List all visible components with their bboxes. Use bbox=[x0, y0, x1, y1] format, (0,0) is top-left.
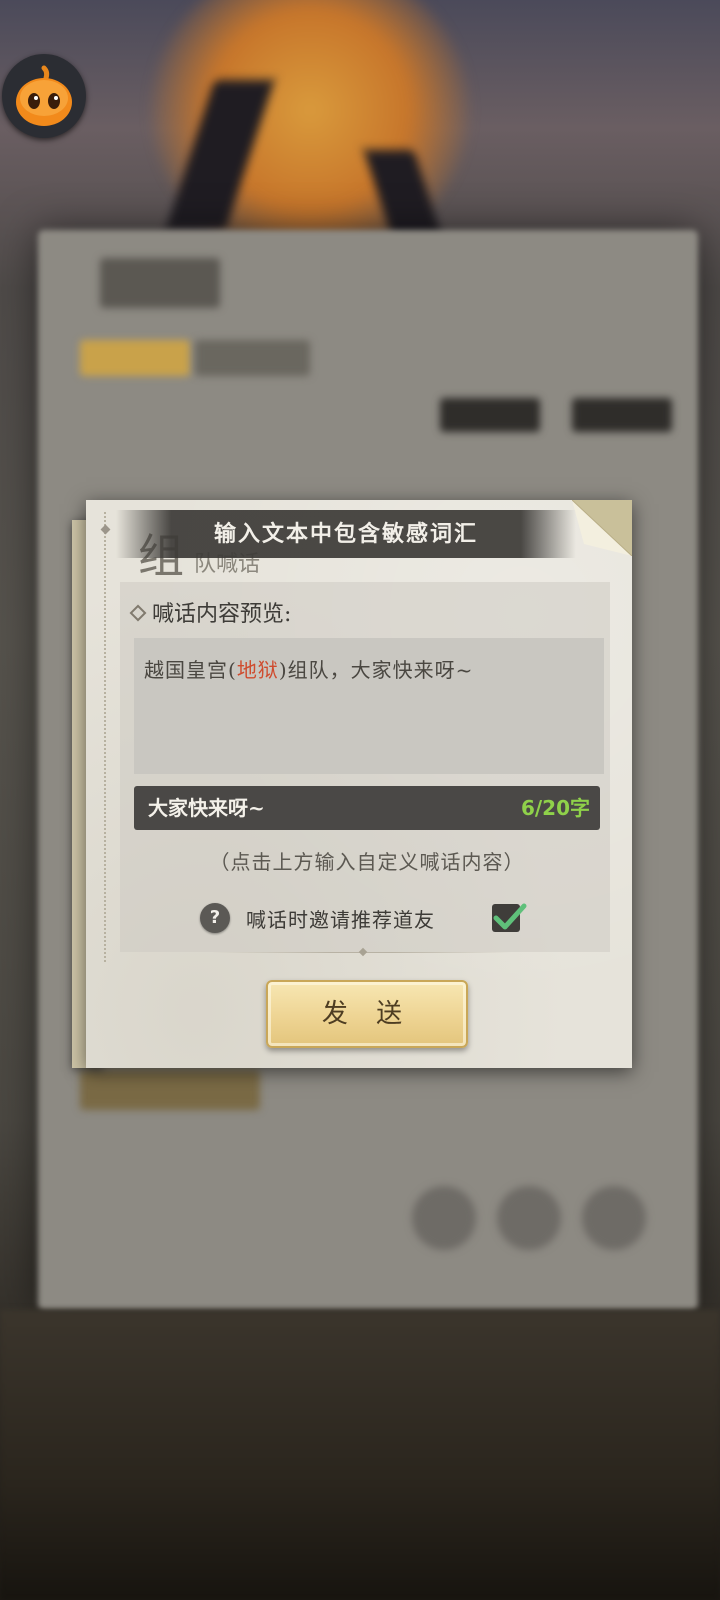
preview-suffix: )组队，大家快来呀~ bbox=[278, 658, 474, 682]
preview-label: 喊话内容预览: bbox=[152, 602, 292, 627]
background-button bbox=[440, 398, 540, 432]
dialog-dotted-border bbox=[104, 512, 106, 962]
preview-prefix: 越国皇宫( bbox=[144, 658, 237, 682]
preview-text: 越国皇宫(地狱)组队，大家快来呀~ bbox=[144, 654, 473, 683]
character-count: 6/20字 bbox=[520, 796, 590, 820]
checkmark-icon bbox=[493, 903, 527, 930]
background-icon bbox=[497, 1186, 561, 1250]
shout-text-input[interactable]: 大家快来呀~ 6/20字 bbox=[134, 786, 600, 830]
background-tab bbox=[195, 340, 310, 376]
send-button[interactable]: 发 送 bbox=[266, 980, 468, 1048]
orange-pumpkin-mascot-icon bbox=[16, 65, 72, 126]
background-heading bbox=[100, 258, 220, 308]
background-ground bbox=[0, 1310, 720, 1600]
team-shout-dialog: 组 队喊话 喊话内容预览: 越国皇宫(地狱)组队，大家快来呀~ 大家快来呀~ 6… bbox=[86, 500, 632, 1068]
sensitive-word-toast: 输入文本中包含敏感词汇 bbox=[116, 510, 576, 558]
invite-option-label: 喊话时邀请推荐道友 bbox=[246, 908, 435, 932]
floating-assistant-button[interactable] bbox=[2, 54, 86, 138]
input-hint: （点击上方输入自定义喊话内容） bbox=[209, 850, 525, 874]
background-icon bbox=[412, 1186, 476, 1250]
sensitive-word: 地狱 bbox=[236, 658, 279, 682]
invite-checkbox[interactable] bbox=[492, 903, 527, 932]
input-value: 大家快来呀~ bbox=[148, 796, 265, 820]
page-curl-ornament bbox=[572, 500, 632, 556]
question-mark-icon[interactable]: ? bbox=[200, 903, 230, 933]
background-tab bbox=[80, 340, 190, 376]
background-row bbox=[80, 1070, 260, 1110]
background-icon bbox=[582, 1186, 646, 1250]
background-button bbox=[572, 398, 672, 432]
